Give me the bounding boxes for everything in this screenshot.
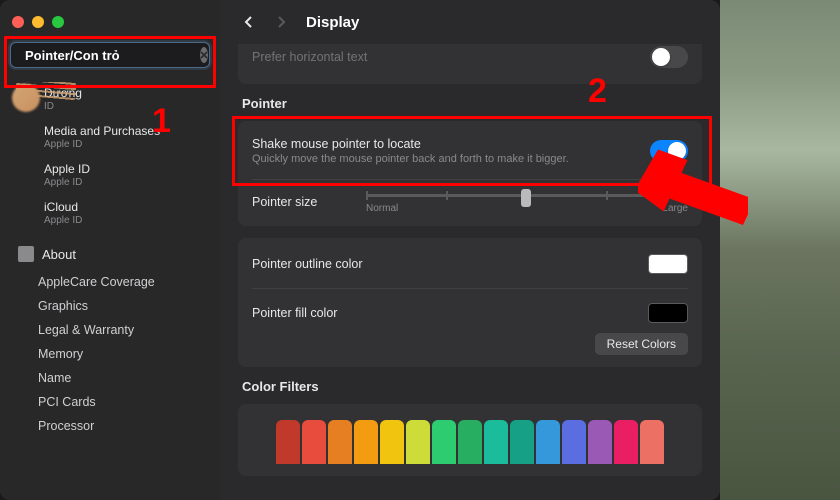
titlebar: Display (220, 0, 720, 44)
shake-label: Shake mouse pointer to locate (252, 137, 569, 151)
close-icon (200, 51, 208, 59)
crayon-swatch[interactable] (562, 420, 586, 464)
pointer-size-row: Pointer size Normal Large (252, 190, 688, 214)
pointer-card: Shake mouse pointer to locate Quickly mo… (238, 121, 702, 226)
minimize-window-button[interactable] (32, 16, 44, 28)
crayon-swatch[interactable] (276, 420, 300, 464)
outline-color-row: Pointer outline color (252, 250, 688, 278)
traffic-lights (0, 8, 220, 36)
sidebar-item-applecare[interactable]: AppleCare Coverage (0, 270, 220, 294)
crayon-swatch[interactable] (302, 420, 326, 464)
system-settings-window: Dương ID Media and Purchases Apple ID Ap… (0, 0, 720, 500)
chevron-left-icon (243, 15, 253, 29)
sidebar: Dương ID Media and Purchases Apple ID Ap… (0, 0, 220, 500)
divider (252, 179, 688, 180)
result-subtitle: Apple ID (44, 215, 202, 226)
sidebar-item-processor[interactable]: Processor (0, 414, 220, 438)
fill-color-label: Pointer fill color (252, 306, 337, 320)
sidebar-item-graphics[interactable]: Graphics (0, 294, 220, 318)
crayon-swatch[interactable] (640, 420, 664, 464)
crayon-swatch[interactable] (484, 420, 508, 464)
crayon-swatch[interactable] (614, 420, 638, 464)
pointer-size-label: Pointer size (252, 195, 352, 209)
clear-search-button[interactable] (200, 47, 208, 63)
about-label: About (42, 247, 76, 262)
slider-max-label: Large (662, 203, 688, 214)
result-user[interactable]: Dương ID (0, 80, 220, 118)
sidebar-item-pcicards[interactable]: PCI Cards (0, 390, 220, 414)
close-window-button[interactable] (12, 16, 24, 28)
pointer-size-slider[interactable] (366, 194, 688, 197)
result-appleid[interactable]: Apple ID Apple ID (0, 156, 220, 194)
result-media[interactable]: Media and Purchases Apple ID (0, 118, 220, 156)
search-input[interactable] (25, 48, 200, 63)
result-subtitle: ID (44, 101, 202, 112)
sidebar-item-legal[interactable]: Legal & Warranty (0, 318, 220, 342)
color-filters-heading: Color Filters (242, 379, 698, 394)
result-title: iCloud (44, 200, 202, 214)
avatar (12, 84, 40, 112)
crayon-swatch[interactable] (458, 420, 482, 464)
prefer-horizontal-label: Prefer horizontal text (252, 50, 367, 64)
forward-button[interactable] (272, 12, 292, 32)
search-results: Dương ID Media and Purchases Apple ID Ap… (0, 74, 220, 238)
main-pane: Display Prefer horizontal text Pointer S… (220, 0, 720, 500)
sidebar-item-memory[interactable]: Memory (0, 342, 220, 366)
crayon-swatch[interactable] (406, 420, 430, 464)
result-title: Dương (44, 86, 202, 100)
shake-pointer-toggle[interactable] (650, 140, 688, 162)
slider-thumb[interactable] (521, 189, 531, 207)
pointer-heading: Pointer (242, 96, 698, 111)
crayon-swatch[interactable] (354, 420, 378, 464)
reset-colors-button[interactable]: Reset Colors (595, 333, 688, 355)
outline-color-label: Pointer outline color (252, 257, 362, 271)
shake-pointer-row: Shake mouse pointer to locate Quickly mo… (252, 133, 688, 169)
fill-color-swatch[interactable] (648, 303, 688, 323)
about-icon (18, 246, 34, 262)
outline-color-swatch[interactable] (648, 254, 688, 274)
result-subtitle: Apple ID (44, 139, 202, 150)
chevron-right-icon (277, 15, 287, 29)
crayon-swatch[interactable] (328, 420, 352, 464)
search-field[interactable] (10, 42, 210, 68)
prefer-horizontal-card: Prefer horizontal text (238, 44, 702, 84)
fill-color-row: Pointer fill color (252, 299, 688, 327)
sidebar-item-name[interactable]: Name (0, 366, 220, 390)
result-title: Media and Purchases (44, 124, 202, 138)
divider (252, 288, 688, 289)
crayon-swatch[interactable] (588, 420, 612, 464)
crayon-swatch[interactable] (510, 420, 534, 464)
pointer-color-card: Pointer outline color Pointer fill color… (238, 238, 702, 367)
content-scroller[interactable]: Prefer horizontal text Pointer Shake mou… (220, 44, 720, 500)
sidebar-item-about[interactable]: About (0, 238, 220, 270)
desktop-wallpaper (720, 0, 840, 500)
result-subtitle: Apple ID (44, 177, 202, 188)
crayon-swatch[interactable] (536, 420, 560, 464)
color-filter-swatches (252, 420, 688, 464)
color-filters-card (238, 404, 702, 476)
page-title: Display (306, 14, 359, 31)
crayon-swatch[interactable] (432, 420, 456, 464)
prefer-horizontal-toggle[interactable] (650, 46, 688, 68)
slider-min-label: Normal (366, 203, 398, 214)
maximize-window-button[interactable] (52, 16, 64, 28)
crayon-swatch[interactable] (380, 420, 404, 464)
result-icloud[interactable]: iCloud Apple ID (0, 194, 220, 232)
back-button[interactable] (238, 12, 258, 32)
result-title: Apple ID (44, 162, 202, 176)
shake-description: Quickly move the mouse pointer back and … (252, 153, 569, 165)
